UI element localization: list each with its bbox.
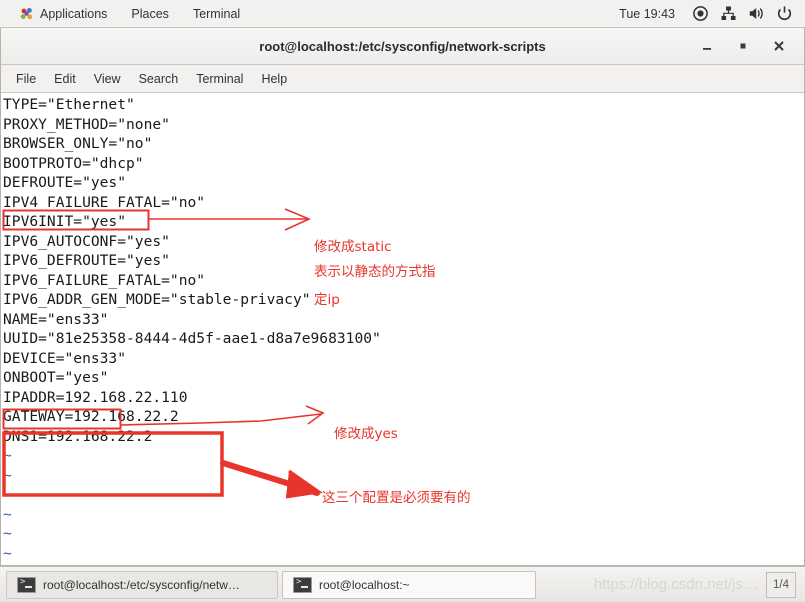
top-panel-tray: Tue 19:43 (619, 5, 805, 22)
config-line: ONBOOT="yes" (3, 369, 109, 386)
menu-file[interactable]: File (7, 68, 45, 90)
terminal-menu-bar: File Edit View Search Terminal Help (1, 65, 804, 93)
vim-empty-line-marker: ~ (3, 544, 12, 562)
taskbar-item-1[interactable]: root@localhost:~ (282, 570, 536, 599)
menu-help[interactable]: Help (252, 68, 296, 90)
places-menu-label: Places (131, 6, 169, 21)
terminal-menu-label: Terminal (192, 6, 241, 21)
config-line: DEVICE="ens33" (3, 349, 127, 367)
window-title: root@localhost:/etc/sysconfig/network-sc… (259, 38, 546, 54)
minimize-button[interactable] (699, 38, 715, 54)
applications-menu-label: Applications (40, 6, 108, 21)
config-line: IPADDR=192.168.22.110 (3, 388, 188, 406)
config-line: IPV6INIT="yes" (3, 213, 127, 230)
gnome-footprint-icon (20, 7, 34, 21)
close-button[interactable] (771, 38, 787, 54)
config-line: GATEWAY=192.168.22.2 (3, 408, 179, 425)
vim-empty-line-marker: ~ (3, 525, 12, 542)
config-line: UUID="81e25358-8444-4d5f-aae1-d8a7e96831… (3, 330, 381, 347)
terminal-icon (293, 576, 312, 593)
annotation-note: 修改成static (314, 239, 392, 255)
config-line: TYPE="Ethernet" (3, 96, 135, 113)
config-line: IPV6_AUTOCONF="yes" (3, 232, 170, 250)
vim-empty-line-marker: ~ (3, 466, 12, 484)
desktop-screen: Applications Places Terminal Tue 19:43 r… (0, 0, 805, 602)
terminal-icon (17, 576, 36, 593)
gnome-top-panel: Applications Places Terminal Tue 19:43 (0, 0, 805, 28)
terminal-window: root@localhost:/etc/sysconfig/network-sc… (0, 28, 805, 566)
clock[interactable]: Tue 19:43 (619, 7, 675, 21)
annotation-note: 定ip (314, 292, 340, 308)
annotation-note: 这三个配置是必须要有的 (322, 490, 471, 506)
window-list-taskbar: root@localhost:/etc/sysconfig/netw… root… (0, 566, 805, 602)
config-line: NAME="ens33" (3, 310, 109, 328)
config-line: BROWSER_ONLY="no" (3, 135, 153, 152)
vim-empty-line-marker: ~ (3, 505, 12, 523)
volume-icon[interactable] (748, 5, 765, 22)
taskbar-item-1-label: root@localhost:~ (319, 577, 410, 592)
config-line: DNS1=192.168.22.2 (3, 427, 153, 445)
record-indicator-icon[interactable] (692, 5, 709, 22)
menu-edit[interactable]: Edit (45, 68, 85, 90)
menu-terminal[interactable]: Terminal (187, 68, 252, 90)
menu-search[interactable]: Search (130, 68, 188, 90)
taskbar-item-0[interactable]: root@localhost:/etc/sysconfig/netw… (6, 570, 278, 599)
workspace-label: 1/4 (773, 578, 789, 591)
annotation-note: 表示以静态的方式指 (314, 264, 436, 280)
maximize-button[interactable] (735, 38, 751, 54)
workspace-switcher[interactable]: 1/4 (766, 571, 796, 598)
annotation-note: 修改成yes (334, 426, 398, 442)
menu-view[interactable]: View (85, 68, 130, 90)
terminal-content-area[interactable]: TYPE="Ethernet" PROXY_METHOD="none" BROWSE… (1, 93, 804, 565)
config-line: DEFROUTE="yes" (3, 174, 127, 191)
window-controls (699, 38, 804, 54)
top-panel-menus: Applications Places Terminal (0, 3, 252, 25)
vim-status-line: -- INSERT -- (3, 563, 804, 565)
watermark-text: https://blog.csdn.net/js… (593, 576, 758, 593)
config-line: IPV6_ADDR_GEN_MODE="stable-privacy" (3, 291, 311, 308)
config-line: IPV4_FAILURE_FATAL="no" (3, 193, 206, 211)
places-menu[interactable]: Places (119, 3, 181, 25)
vim-empty-line-marker: ~ (3, 447, 12, 464)
window-title-bar[interactable]: root@localhost:/etc/sysconfig/network-sc… (1, 28, 804, 65)
config-line: BOOTPROTO="dhcp" (3, 154, 144, 172)
network-icon[interactable] (720, 5, 737, 22)
terminal-menu[interactable]: Terminal (181, 3, 252, 25)
applications-menu[interactable]: Applications (8, 3, 119, 25)
taskbar-item-0-label: root@localhost:/etc/sysconfig/netw… (43, 577, 240, 592)
config-line: PROXY_METHOD="none" (3, 115, 170, 133)
power-icon[interactable] (776, 5, 793, 22)
